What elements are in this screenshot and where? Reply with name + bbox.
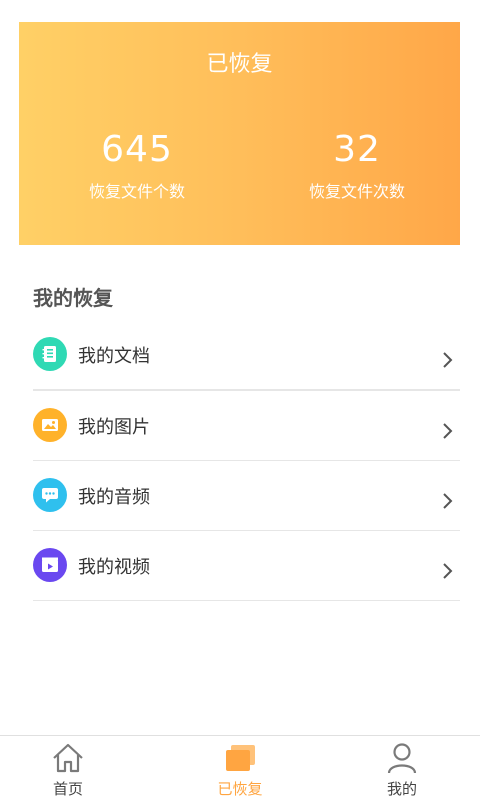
home-icon	[53, 743, 83, 773]
bottom-tab-bar: 首页 已恢复 我的	[0, 735, 480, 800]
tab-home[interactable]: 首页	[28, 742, 108, 799]
summary-card: 已恢复 645 恢复文件个数 32 恢复文件次数	[19, 22, 460, 245]
list-item-documents[interactable]: 我的文档	[33, 320, 460, 391]
list-item-label: 我的文档	[78, 346, 150, 367]
tab-mine-label: 我的	[386, 780, 417, 798]
list-item-images[interactable]: 我的图片	[33, 391, 460, 461]
tab-recovered[interactable]: 已恢复	[200, 742, 280, 799]
section-title: 我的恢复	[33, 286, 113, 310]
recovery-list: 我的文档 我的图片 我的音频 我的视频	[33, 320, 460, 601]
stat-file-count: 645 恢复文件个数	[27, 130, 247, 202]
stat-file-count-value: 645	[101, 129, 173, 170]
tab-recovered-label: 已恢复	[217, 780, 263, 798]
image-icon	[33, 408, 67, 442]
chevron-right-icon	[443, 493, 453, 509]
list-item-label: 我的音频	[78, 487, 150, 508]
list-item-audio[interactable]: 我的音频	[33, 461, 460, 531]
video-icon	[33, 548, 67, 582]
cards-icon	[226, 745, 255, 771]
chevron-right-icon	[443, 352, 453, 368]
stat-file-count-label: 恢复文件个数	[88, 182, 185, 201]
chat-icon	[33, 478, 67, 512]
list-item-videos[interactable]: 我的视频	[33, 531, 460, 601]
chevron-right-icon	[443, 563, 453, 579]
list-item-label: 我的视频	[78, 557, 150, 578]
user-icon	[387, 743, 417, 774]
page-title: 已恢复	[206, 52, 273, 77]
stat-recovery-times: 32 恢复文件次数	[247, 130, 467, 202]
stat-recovery-times-value: 32	[333, 129, 381, 170]
document-icon	[33, 337, 67, 371]
tab-home-label: 首页	[52, 780, 83, 798]
chevron-right-icon	[443, 423, 453, 439]
list-item-label: 我的图片	[78, 417, 150, 438]
screen: 已恢复 645 恢复文件个数 32 恢复文件次数 我的恢复 我的文档 我的图片 …	[0, 0, 480, 800]
stat-recovery-times-label: 恢复文件次数	[308, 182, 405, 201]
tab-mine[interactable]: 我的	[362, 742, 442, 799]
